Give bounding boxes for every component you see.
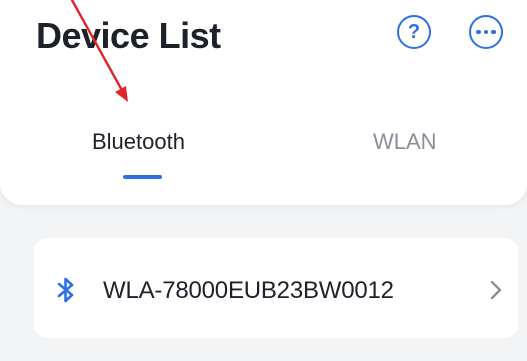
tab-wlan[interactable]: WLAN	[373, 128, 437, 156]
active-tab-indicator	[123, 175, 162, 179]
tab-bluetooth[interactable]: Bluetooth	[92, 128, 185, 156]
more-dots-icon	[476, 29, 496, 35]
device-name: WLA-78000EUB23BW0012	[103, 277, 394, 304]
page-title: Device List	[36, 15, 221, 56]
bluetooth-icon	[57, 277, 74, 303]
question-circle-icon: ?	[407, 21, 421, 43]
more-options-button[interactable]	[469, 15, 503, 49]
help-button[interactable]: ?	[397, 15, 431, 49]
chevron-right-icon	[490, 280, 502, 300]
